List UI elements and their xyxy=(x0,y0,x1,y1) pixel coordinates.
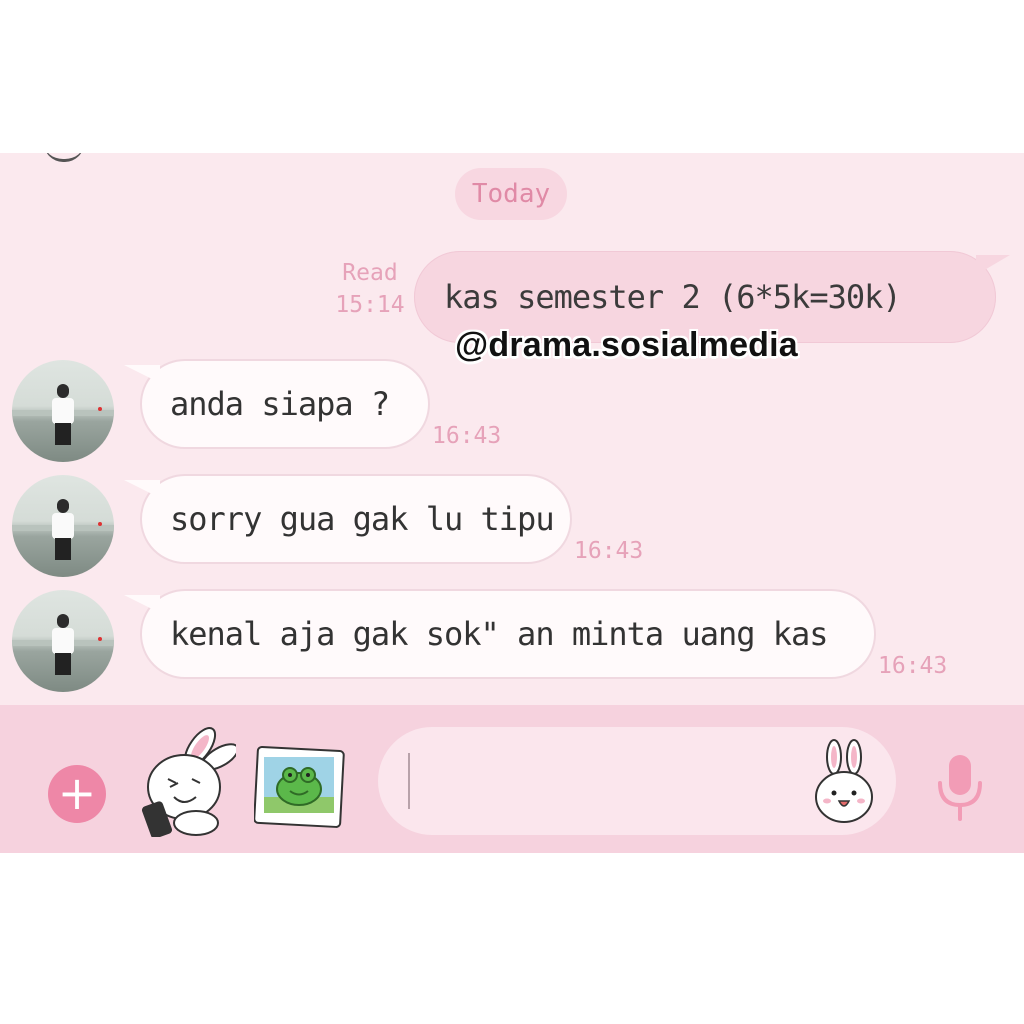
bubble-tail xyxy=(976,255,1010,275)
input-bar: + xyxy=(0,705,1024,853)
watermark-text: @drama.sosialmedia xyxy=(455,326,798,364)
message-time: 16:43 xyxy=(432,423,502,449)
message-time: 16:43 xyxy=(574,538,644,564)
avatar[interactable] xyxy=(12,360,114,462)
photo-frog-icon[interactable] xyxy=(254,745,346,829)
incoming-message-bubble[interactable]: sorry gua gak lu tipu xyxy=(124,474,572,564)
bunny-phone-sticker-icon[interactable] xyxy=(140,727,236,837)
avatar[interactable] xyxy=(12,590,114,692)
incoming-message-text: kenal aja gak sok" an minta uang kas xyxy=(170,615,829,653)
incoming-message-bubble[interactable]: anda siapa ? xyxy=(124,359,430,449)
avatar[interactable] xyxy=(12,475,114,577)
plus-icon[interactable]: + xyxy=(48,765,106,823)
message-input[interactable] xyxy=(378,727,896,835)
incoming-message-text: anda siapa ? xyxy=(170,385,390,423)
read-receipt: Read 15:14 xyxy=(330,257,410,321)
incoming-message-bubble[interactable]: kenal aja gak sok" an minta uang kas xyxy=(124,589,876,679)
outgoing-message-text: kas semester 2 (6*5k=30k) xyxy=(444,278,902,316)
previous-avatar-edge xyxy=(44,153,84,162)
incoming-message-text: sorry gua gak lu tipu xyxy=(170,500,555,538)
date-chip: Today xyxy=(455,168,567,220)
bunny-face-icon[interactable] xyxy=(812,739,876,825)
chat-area[interactable]: Today Read 15:14 kas semester 2 (6*5k=30… xyxy=(0,153,1024,705)
microphone-icon[interactable] xyxy=(932,753,988,823)
text-caret xyxy=(408,753,410,809)
message-time: 16:43 xyxy=(878,653,948,679)
sent-time: 15:14 xyxy=(335,292,405,318)
read-status: Read xyxy=(342,260,398,286)
